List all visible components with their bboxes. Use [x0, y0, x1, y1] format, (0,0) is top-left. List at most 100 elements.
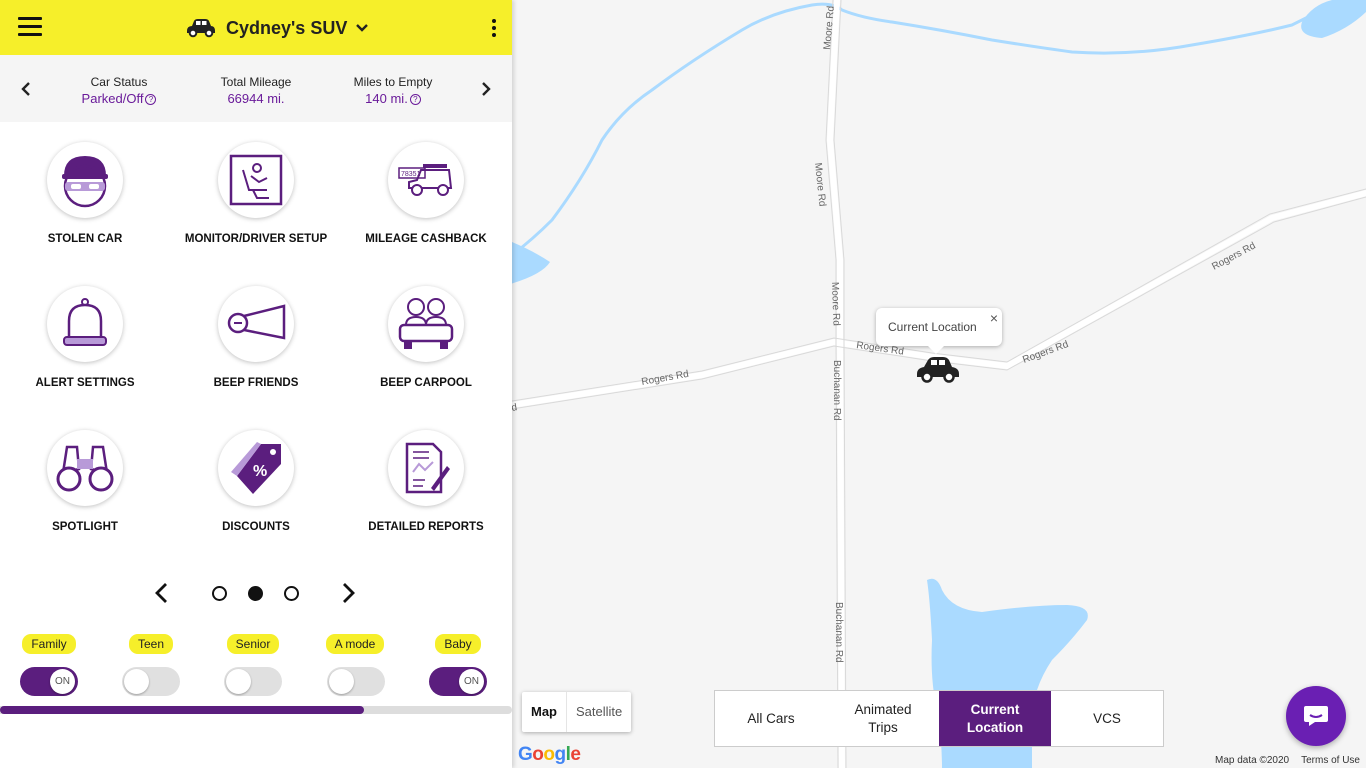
- help-icon[interactable]: ?: [409, 94, 421, 105]
- view-all-cars-button[interactable]: All Cars: [715, 691, 827, 746]
- stat-car-status: Car Status Parked/Off?: [68, 75, 170, 106]
- help-icon[interactable]: ?: [145, 94, 157, 105]
- google-logo-letter: o: [543, 744, 555, 765]
- mode-senior: Senior: [218, 634, 288, 654]
- hamburger-menu-icon[interactable]: [18, 17, 42, 39]
- vertical-dots-icon[interactable]: [488, 16, 500, 40]
- megaphone-icon: [218, 286, 294, 362]
- tile-beep-carpool[interactable]: BEEP CARPOOL: [351, 286, 501, 392]
- toggle-family[interactable]: ON: [20, 667, 78, 696]
- tile-label: BEEP FRIENDS: [213, 377, 299, 389]
- pager-next-button[interactable]: [342, 582, 362, 604]
- mode-teen: Teen: [116, 634, 186, 654]
- toggle-teen[interactable]: [122, 667, 180, 696]
- binoculars-icon: [47, 430, 123, 506]
- road-label-moore-low: Moore Rd: [829, 282, 842, 326]
- toggle-knob: [226, 669, 251, 694]
- google-logo-letter: e: [570, 744, 581, 765]
- stat-value-text: 140 mi.: [365, 91, 408, 106]
- google-logo-letter: g: [554, 744, 567, 765]
- tile-label: MILEAGE CASHBACK: [365, 233, 487, 245]
- masked-thief-icon: [47, 142, 123, 218]
- chevron-left-icon: [155, 583, 167, 603]
- tile-mileage-cashback[interactable]: 78351 MILEAGE CASHBACK: [351, 142, 501, 248]
- odometer-jeep-icon: 78351: [388, 142, 464, 218]
- chat-bubble-icon[interactable]: [1286, 686, 1346, 746]
- top-bar: Cydney's SUV: [0, 0, 512, 55]
- view-current-location-button[interactable]: Current Location: [939, 691, 1051, 746]
- stats-next-button[interactable]: [476, 77, 496, 101]
- tile-discounts[interactable]: % DISCOUNTS: [181, 430, 331, 536]
- chevron-right-icon: [482, 82, 491, 96]
- toggle-state: ON: [459, 669, 484, 694]
- mode-label: A mode: [325, 634, 385, 654]
- tile-spotlight[interactable]: SPOTLIGHT: [10, 430, 160, 536]
- tile-stolen-car[interactable]: STOLEN CAR: [10, 142, 160, 248]
- pager-dot-2[interactable]: [248, 586, 263, 601]
- mode-family: Family: [14, 634, 84, 654]
- progress-bar: [0, 706, 512, 714]
- mode-label: Teen: [128, 634, 174, 654]
- info-window-text: Current Location: [888, 320, 977, 334]
- map-credits: Map data ©2020 Terms of Use: [1215, 755, 1360, 766]
- tile-monitor-driver-setup[interactable]: MONITOR/DRIVER SETUP: [181, 142, 331, 248]
- stat-label: Miles to Empty: [353, 75, 433, 89]
- carpool-icon: [388, 286, 464, 362]
- toggle-a-mode[interactable]: [327, 667, 385, 696]
- progress-fill: [0, 706, 364, 714]
- tile-pager: [150, 578, 362, 608]
- map-type-control: Map Satellite: [522, 692, 632, 732]
- pager-dot-1[interactable]: [212, 586, 227, 601]
- control-panel: Cydney's SUV Car Status Parked/Off? Tota…: [0, 0, 512, 768]
- view-animated-trips-button[interactable]: Animated Trips: [827, 691, 939, 746]
- google-logo-letter: o: [532, 744, 544, 765]
- toggle-state: ON: [50, 669, 75, 694]
- toggle-senior[interactable]: [224, 667, 282, 696]
- mode-label: Senior: [226, 634, 280, 654]
- map-type-satellite-button[interactable]: Satellite: [567, 692, 631, 732]
- stat-label: Total Mileage: [220, 75, 292, 89]
- car-selector[interactable]: Cydney's SUV: [184, 14, 369, 42]
- toggle-knob: [329, 669, 354, 694]
- mode-label: Family: [22, 634, 76, 654]
- tile-label: STOLEN CAR: [47, 233, 123, 245]
- stat-value: 140 mi.?: [340, 91, 446, 106]
- svg-text:%: %: [253, 463, 267, 480]
- info-window: Current Location ×: [876, 308, 1002, 354]
- stat-miles-to-empty: Miles to Empty 140 mi.?: [340, 75, 446, 106]
- tile-label: SPOTLIGHT: [52, 521, 118, 533]
- stat-value: 66944 mi.: [227, 91, 285, 106]
- stats-prev-button[interactable]: [16, 77, 36, 101]
- stat-value: Parked/Off?: [68, 91, 170, 106]
- toggle-knob: [124, 669, 149, 694]
- car-icon: [187, 19, 215, 38]
- car-name: Cydney's SUV: [226, 17, 348, 38]
- pager-prev-button[interactable]: [154, 582, 174, 604]
- tile-detailed-reports[interactable]: DETAILED REPORTS: [351, 430, 501, 536]
- tile-label: ALERT SETTINGS: [35, 377, 135, 389]
- pager-dot-3[interactable]: [284, 586, 299, 601]
- tile-alert-settings[interactable]: ALERT SETTINGS: [10, 286, 160, 392]
- stats-bar: Car Status Parked/Off? Total Mileage 669…: [0, 55, 512, 122]
- map-data-text: Map data ©2020: [1215, 755, 1290, 766]
- toggle-baby[interactable]: ON: [429, 667, 487, 696]
- map-view[interactable]: Moore Rd Moore Rd Moore Rd Buchanan Rd B…: [512, 0, 1366, 768]
- map-type-map-button[interactable]: Map: [522, 692, 567, 732]
- tile-beep-friends[interactable]: BEEP FRIENDS: [181, 286, 331, 392]
- mode-baby: Baby: [423, 634, 493, 654]
- close-icon[interactable]: ×: [990, 310, 998, 326]
- road-label-moore-mid: Moore Rd: [812, 162, 828, 207]
- tile-label: BEEP CARPOOL: [380, 377, 472, 389]
- road-label-buchanan-low: Buchanan Rd: [833, 602, 844, 663]
- chevron-right-icon: [343, 583, 355, 603]
- google-logo-letter: G: [518, 744, 533, 765]
- terms-of-use-link[interactable]: Terms of Use: [1301, 755, 1360, 766]
- road-label-buchanan-top: Buchanan Rd: [831, 360, 842, 421]
- view-vcs-button[interactable]: VCS: [1051, 691, 1163, 746]
- car-marker-icon[interactable]: [915, 356, 961, 389]
- stat-value-text: Parked/Off: [81, 91, 144, 106]
- stat-total-mileage: Total Mileage 66944 mi.: [205, 75, 307, 106]
- driver-seat-icon: [218, 142, 294, 218]
- discount-tag-icon: %: [218, 430, 294, 506]
- mode-label: Baby: [435, 634, 481, 654]
